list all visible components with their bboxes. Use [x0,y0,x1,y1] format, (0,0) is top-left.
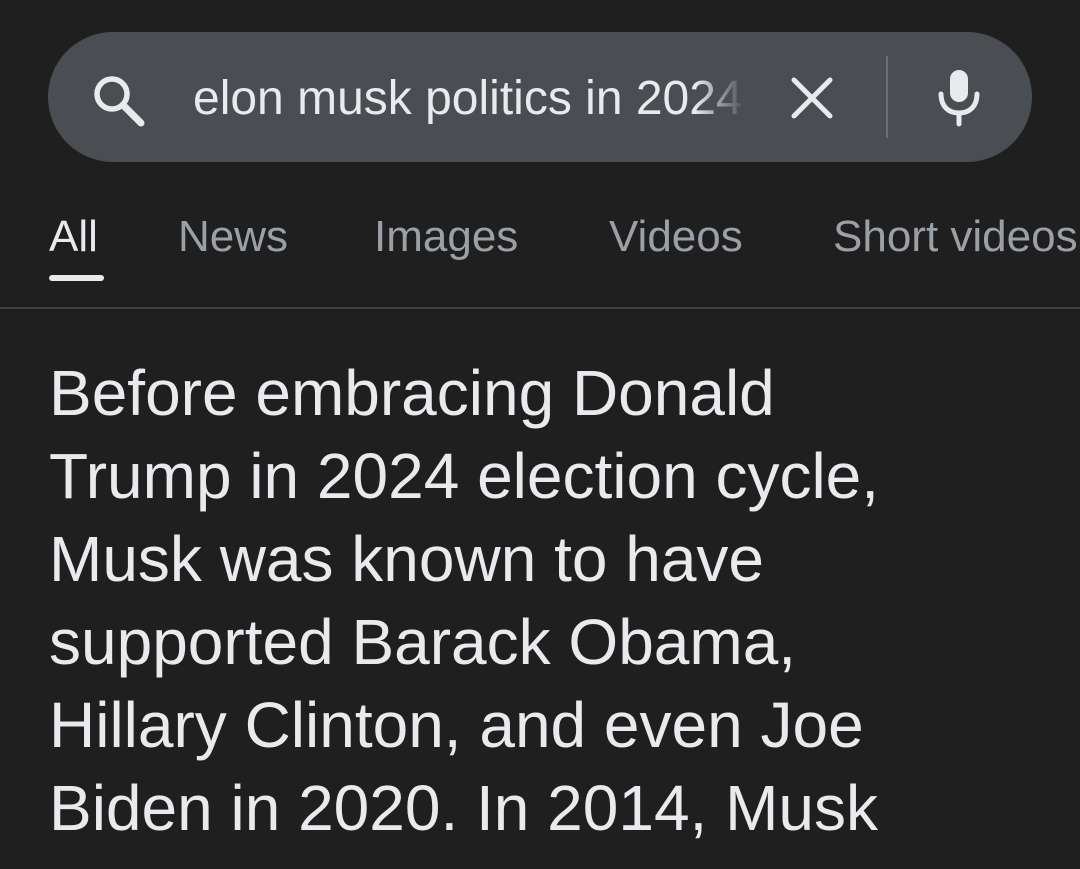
answer-line: Musk was known to have [49,523,764,595]
close-icon [791,77,833,119]
answer-line: Biden in 2020. In 2014, Musk [49,772,878,844]
answer-line: Before embracing Donald [49,357,775,429]
answer-line: Trump in 2024 election cycle, [49,440,880,512]
tabs-divider [0,307,1080,309]
search-bar-divider [886,56,888,138]
tab-all[interactable]: All [49,207,98,267]
tab-news[interactable]: News [178,207,288,267]
tab-videos[interactable]: Videos [609,207,743,267]
ai-overview-text: Before embracing Donald Trump in 2024 ele… [49,352,1049,850]
tab-images[interactable]: Images [374,207,518,267]
answer-line: Hillary Clinton, and even Joe [49,689,864,761]
answer-line: supported Barack Obama, [49,606,797,678]
search-icon [88,70,152,134]
active-tab-indicator [49,275,104,281]
search-results-page: All News Images Videos Short videos Befo… [0,0,1080,869]
search-input[interactable] [193,62,745,134]
tab-short-videos[interactable]: Short videos [833,207,1078,267]
clear-search-button[interactable] [780,66,844,130]
voice-search-button[interactable] [926,64,992,130]
mic-icon [938,70,980,127]
